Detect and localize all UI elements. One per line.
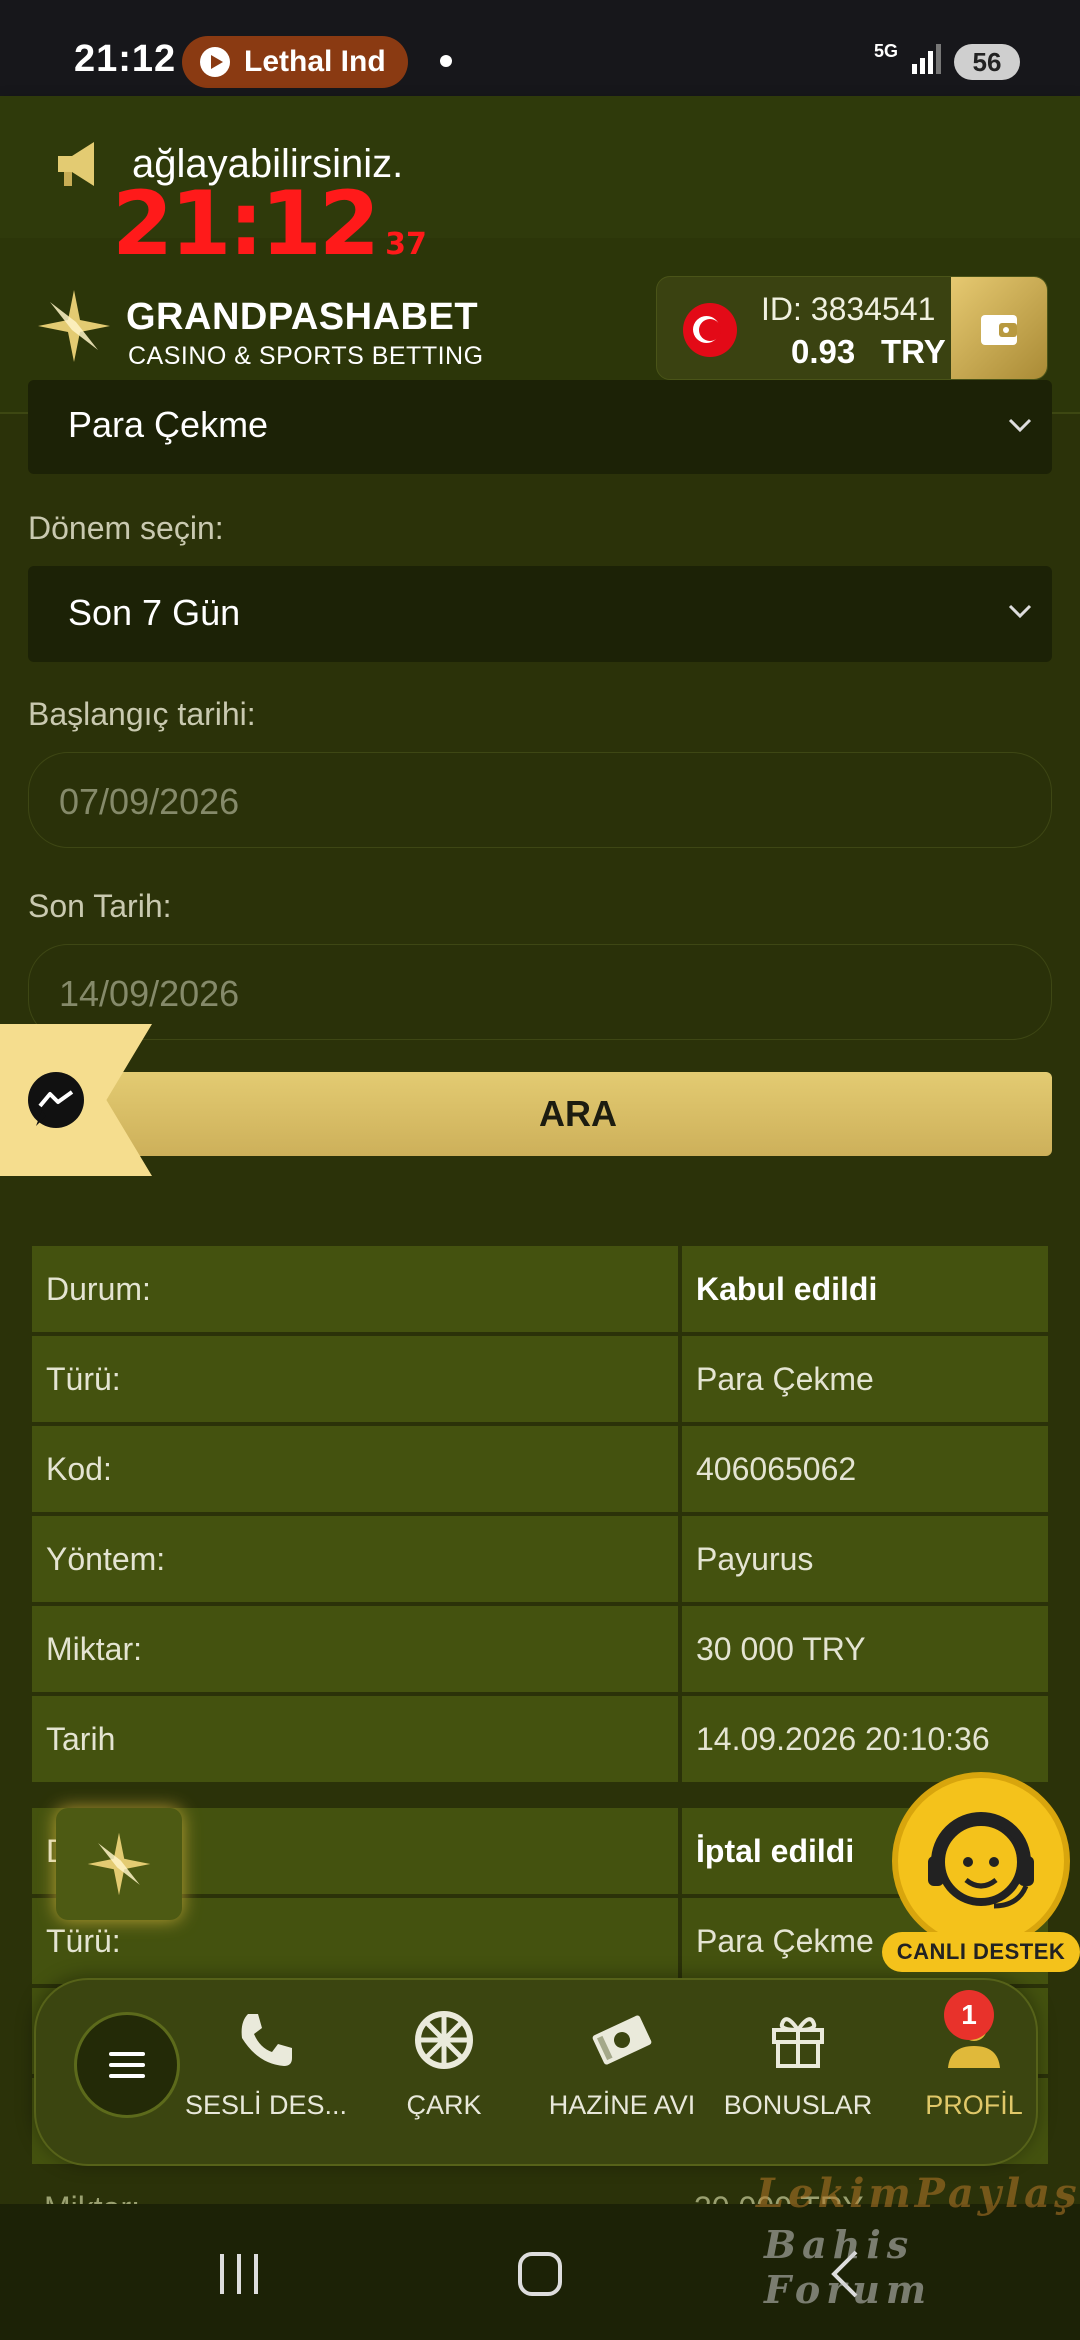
star-icon (87, 1832, 151, 1896)
turkey-flag-icon (683, 303, 737, 357)
support-circle (892, 1772, 1070, 1950)
notification-badge: 1 (944, 1990, 994, 2040)
table-row: Miktar: 30 000 TRY (30, 1604, 1050, 1694)
row-value: Payurus (680, 1514, 1050, 1604)
period-select[interactable]: Son 7 Gün (28, 566, 1052, 662)
play-icon (200, 47, 230, 77)
support-label: CANLI DESTEK (882, 1932, 1080, 1972)
row-key: Kod: (30, 1424, 680, 1514)
recent-apps-icon[interactable] (216, 2252, 262, 2296)
table-row: Türü: Para Çekme (30, 1334, 1050, 1424)
end-date-value: 14/09/2026 (59, 973, 240, 1014)
row-value: 14.09.2026 20:10:36 (680, 1694, 1050, 1784)
media-pill[interactable]: Lethal Ind (182, 36, 408, 88)
menu-button[interactable] (74, 2012, 180, 2118)
start-date-label: Başlangıç tarihi: (28, 696, 256, 732)
status-time: 21:12 (74, 38, 177, 80)
status-bar: 21:12 Lethal Ind 5G 56 (0, 0, 1080, 96)
wheel-icon (415, 2011, 473, 2069)
table-row: Kod: 406065062 (30, 1424, 1050, 1514)
row-key: Yöntem: (30, 1514, 680, 1604)
clock-seconds: 37 (385, 227, 427, 262)
notification-dot (440, 55, 452, 67)
start-date-input[interactable]: 07/09/2026 (28, 752, 1052, 848)
wallet-icon (981, 315, 1017, 345)
row-key: Türü: (30, 1334, 680, 1424)
messenger-icon[interactable] (24, 1070, 88, 1134)
megaphone-icon (58, 142, 94, 186)
chevron-down-icon (1008, 604, 1032, 619)
nav-voice-support[interactable]: SESLİ DES... (176, 2008, 356, 2121)
logo-star-icon[interactable] (36, 288, 112, 364)
row-key: Tarih (30, 1694, 680, 1784)
account-balance: 0.93 (791, 333, 856, 370)
brand-name: GRANDPASHABET (126, 296, 479, 338)
period-label: Dönem seçin: (28, 510, 224, 546)
live-support-button[interactable]: CANLI DESTEK (882, 1772, 1080, 1978)
clock-overlay: 21:12 37 (112, 172, 427, 275)
nav-bonuses[interactable]: BONUSLAR (708, 2008, 888, 2121)
hamburger-icon (109, 2052, 145, 2078)
transaction-table-1: Durum: Kabul edildi Türü: Para Çekme Kod… (30, 1244, 1050, 1784)
gift-icon (772, 2017, 824, 2068)
row-value: Kabul edildi (680, 1244, 1050, 1334)
type-select-value: Para Çekme (68, 404, 269, 445)
nav-label: SESLİ DES... (184, 2090, 348, 2120)
battery-indicator: 56 (954, 44, 1020, 80)
table-row: Durum: Kabul edildi (30, 1244, 1050, 1334)
bottom-navigation: SESLİ DES... ÇARK HAZİNE AVI BONUSLAR PR… (34, 1978, 1038, 2166)
nav-label: HAZİNE AVI (548, 2090, 696, 2120)
floating-star-button[interactable] (56, 1808, 182, 1920)
row-key: Miktar: (30, 1604, 680, 1694)
table-row: Yöntem: Payurus (30, 1514, 1050, 1604)
end-date-label: Son Tarih: (28, 888, 172, 924)
row-key: Durum: (30, 1244, 680, 1334)
watermark-line-2: Bahis Forum (764, 2222, 933, 2312)
headset-agent-icon (928, 1812, 1034, 1909)
row-value: 30 000 TRY (680, 1604, 1050, 1694)
nav-wheel[interactable]: ÇARK (354, 2008, 534, 2121)
start-date-value: 07/09/2026 (59, 781, 240, 822)
brand-tagline: CASINO & SPORTS BETTING (128, 342, 484, 370)
type-select[interactable]: Para Çekme (28, 380, 1052, 474)
nav-treasure-hunt[interactable]: HAZİNE AVI (532, 2008, 712, 2121)
clock-time: 21:12 (112, 172, 380, 275)
search-button[interactable]: ARA (104, 1072, 1052, 1156)
row-value: Para Çekme (680, 1334, 1050, 1424)
watermark-line-1: LekimPaylaş (756, 2170, 1080, 2217)
account-currency: TRY (881, 333, 946, 370)
table-row: Tarih 14.09.2026 20:10:36 (30, 1694, 1050, 1784)
signal-icon (912, 44, 941, 74)
treasure-icon (592, 2015, 652, 2065)
nav-label: ÇARK (406, 2090, 482, 2120)
nav-label: BONUSLAR (723, 2090, 873, 2120)
account-box[interactable]: ID: 3834541 0.93 TRY (656, 276, 1048, 380)
chevron-down-icon (1008, 418, 1032, 433)
period-select-value: Son 7 Gün (68, 592, 241, 633)
end-date-input[interactable]: 14/09/2026 (28, 944, 1052, 1040)
network-type: 5G (874, 41, 899, 61)
row-value: 406065062 (680, 1424, 1050, 1514)
wallet-button[interactable] (951, 277, 1047, 379)
media-pill-text: Lethal Ind (244, 45, 386, 78)
nav-label: PROFİL (925, 2090, 1023, 2120)
home-icon[interactable] (516, 2250, 564, 2298)
account-id: ID: 3834541 (761, 291, 936, 327)
phone-icon (241, 2014, 292, 2066)
